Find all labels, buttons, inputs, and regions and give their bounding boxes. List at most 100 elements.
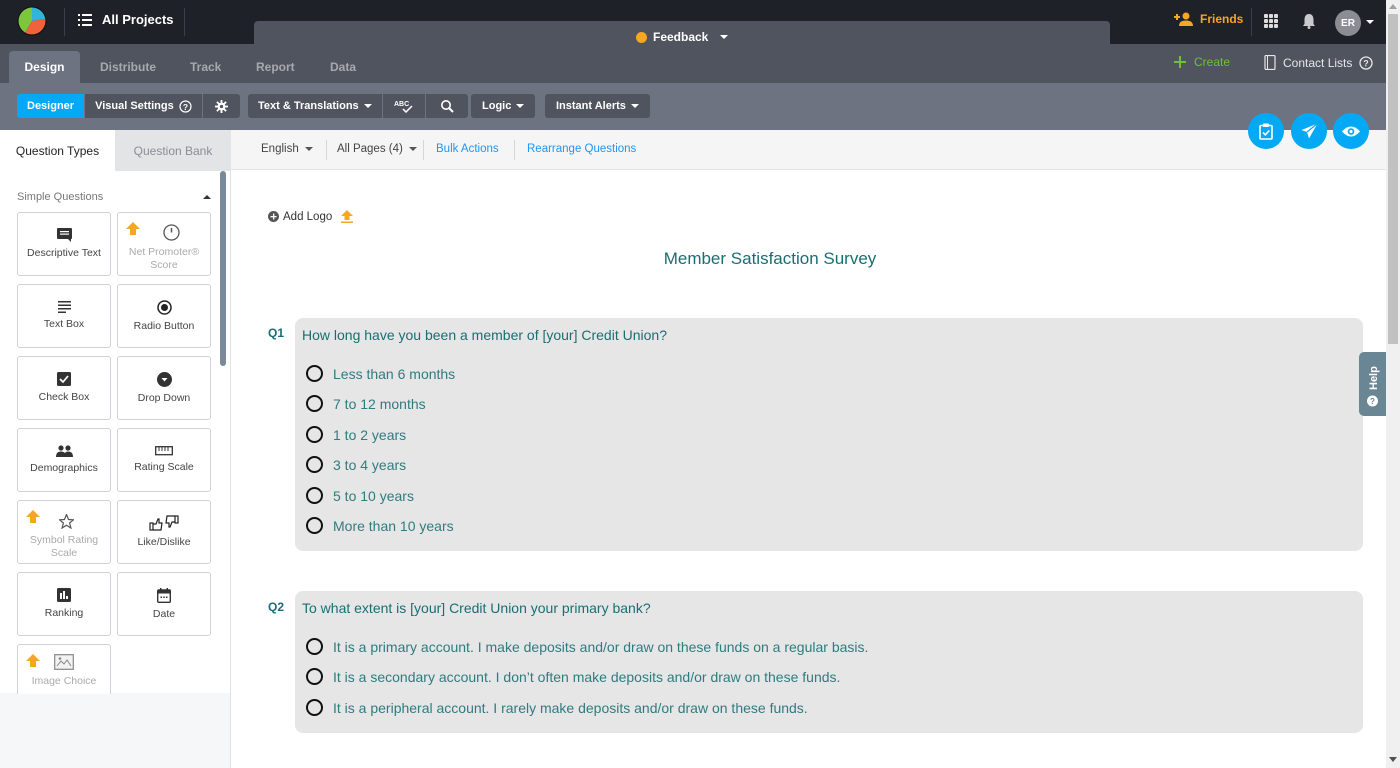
question-type-text-box[interactable]: Text Box [17,284,111,348]
spellcheck-button[interactable]: ABC [382,94,426,118]
radio-button[interactable] [306,426,323,443]
visual-settings-button[interactable]: Visual Settings ? [85,94,203,118]
tab-design[interactable]: Design [9,51,80,83]
paper-plane-icon [1301,123,1318,139]
send-button[interactable] [1291,113,1327,149]
page-scrollbar-thumb[interactable] [1388,14,1398,344]
settings-button[interactable] [202,94,240,118]
question-text[interactable]: To what extent is [your] Credit Union yo… [302,600,651,616]
option-label: It is a peripheral account. I rarely mak… [333,699,808,716]
avatar-initials: ER [1341,17,1355,29]
collapse-icon[interactable] [203,195,211,199]
scroll-down-icon[interactable] [1389,757,1397,762]
answer-option[interactable]: 1 to 2 years [306,426,406,443]
question-type-demographics[interactable]: Demographics [17,428,111,492]
option-label: It is a secondary account. I don’t often… [333,668,841,685]
pages-dropdown[interactable]: All Pages (4) [337,143,417,155]
visual-settings-label: Visual Settings [95,100,174,112]
preview-button[interactable] [1333,113,1369,149]
answer-option[interactable]: 7 to 12 months [306,395,426,412]
svg-text:Help: Help [1368,366,1380,390]
question-type-rating-scale[interactable]: Rating Scale [117,428,211,492]
radio-button[interactable] [306,699,323,716]
survey-title[interactable]: Member Satisfaction Survey [231,249,1309,269]
spellcheck-icon: ABC [394,101,413,113]
question-type-image-choice[interactable]: Image Choice [17,644,111,694]
logic-button[interactable]: Logic [471,94,536,118]
instant-alerts-button[interactable]: Instant Alerts [545,94,650,118]
checkbox-icon [57,372,71,386]
menu-icon [78,13,92,26]
answer-option[interactable]: More than 10 years [306,517,454,534]
friends-button[interactable]: Friends [1174,12,1243,26]
gear-icon [214,99,228,113]
radio-button[interactable] [306,395,323,412]
language-dropdown[interactable]: English [261,143,313,155]
tab-track[interactable]: Track [172,51,239,83]
question-type-label: Image Choice [31,675,97,687]
app-logo[interactable] [17,6,47,36]
question-type-descriptive-text[interactable]: Descriptive Text [17,212,111,276]
answer-option[interactable]: 3 to 4 years [306,456,406,473]
radio-button[interactable] [306,456,323,473]
survey-selector[interactable]: Feedback [636,30,729,44]
tab-report[interactable]: Report [238,51,313,83]
bell-icon[interactable] [1302,13,1316,29]
radio-button[interactable] [306,668,323,685]
bulk-actions-link[interactable]: Bulk Actions [436,143,499,155]
rearrange-label: Rearrange Questions [527,143,637,155]
radio-button[interactable] [306,638,323,655]
option-label: It is a primary account. I make deposits… [333,638,869,655]
question-type-symbol-rating-scale[interactable]: Symbol Rating Scale [17,500,111,564]
create-button[interactable]: Create [1174,55,1230,69]
question-type-radio-button[interactable]: Radio Button [117,284,211,348]
chevron-down-icon [516,104,525,108]
tab-data[interactable]: Data [312,51,374,83]
question-type-net-promoter[interactable]: Net Promoter® Score [117,212,211,276]
upgrade-arrow-icon [126,222,140,235]
question-type-ranking[interactable]: Ranking [17,572,111,636]
upgrade-arrow-icon [341,210,354,223]
chevron-down-icon[interactable] [1366,20,1374,24]
apps-grid-icon[interactable] [1264,14,1278,28]
add-logo-button[interactable]: Add Logo [268,210,354,223]
upgrade-arrow-icon [26,654,40,667]
answer-option[interactable]: Less than 6 months [306,365,455,382]
gauge-icon [162,224,180,241]
question-type-drop-down[interactable]: Drop Down [117,356,211,420]
scroll-up-icon[interactable] [1389,4,1397,9]
tab-question-types[interactable]: Question Types [0,130,115,171]
answer-option[interactable]: It is a secondary account. I don’t often… [306,668,840,685]
radio-button[interactable] [306,487,323,504]
designer-button[interactable]: Designer [17,94,86,118]
question-type-like-dislike[interactable]: Like/Dislike [117,500,211,564]
question-type-date[interactable]: Date [117,572,211,636]
question-text[interactable]: How long have you been a member of [your… [302,327,667,343]
answer-option[interactable]: 5 to 10 years [306,487,414,504]
question-card-q1[interactable]: How long have you been a member of [your… [295,318,1363,551]
all-projects-button[interactable]: All Projects [78,12,174,27]
answer-option[interactable]: It is a primary account. I make deposits… [306,638,868,655]
find-replace-button[interactable] [425,94,468,118]
radio-button[interactable] [306,365,323,382]
answer-option[interactable]: It is a peripheral account. I rarely mak… [306,699,808,716]
review-button[interactable] [1248,113,1284,149]
tab-distribute[interactable]: Distribute [82,51,174,83]
question-card-q2[interactable]: To what extent is [your] Credit Union yo… [295,591,1363,733]
clipboard-check-icon [1259,123,1273,140]
panel-tabs: Question Types Question Bank [0,130,231,171]
tab-question-bank[interactable]: Question Bank [115,130,231,171]
question-type-check-box[interactable]: Check Box [17,356,111,420]
people-icon [55,445,73,457]
text-translations-button[interactable]: Text & Translations [248,94,383,118]
help-tab[interactable]: Help ? [1359,352,1386,416]
help-circle-icon[interactable]: ? [1359,55,1374,70]
contact-lists-button[interactable]: Contact Lists ? [1264,55,1374,70]
help-tab-content: Help ? [1367,366,1380,407]
radio-button[interactable] [306,517,323,534]
user-avatar[interactable]: ER [1335,10,1361,36]
svg-text:?: ? [1370,397,1375,406]
rearrange-questions-link[interactable]: Rearrange Questions [527,143,636,155]
panel-scrollbar[interactable] [220,171,226,366]
chevron-down-icon [363,104,372,108]
